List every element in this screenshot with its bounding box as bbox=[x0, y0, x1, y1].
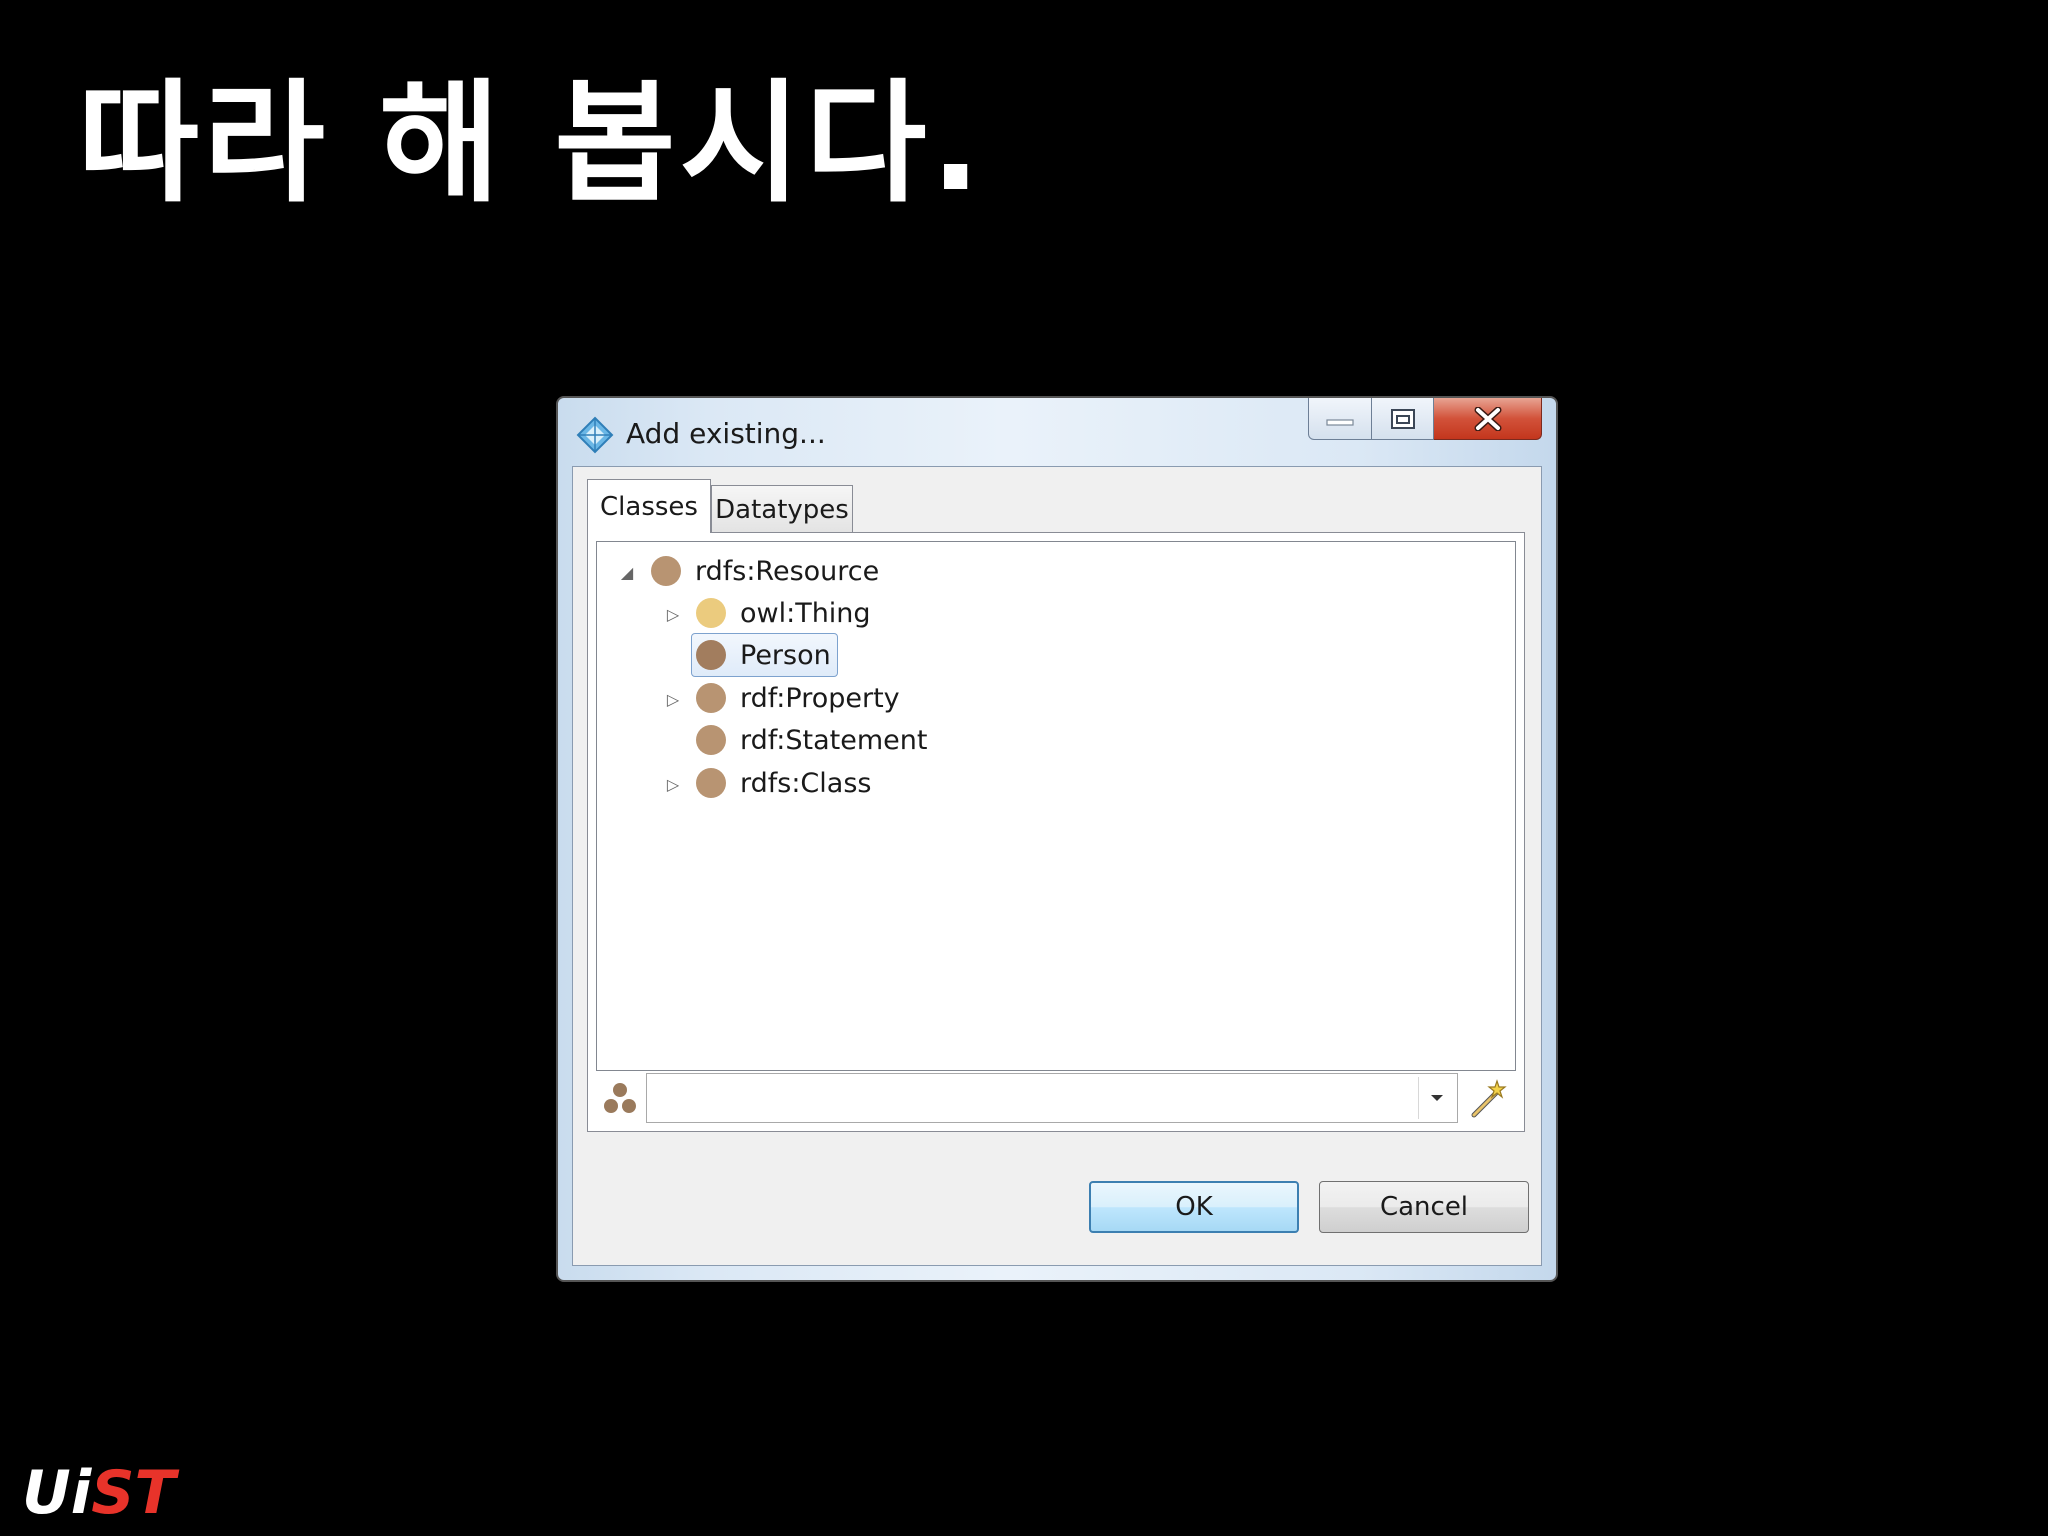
tree-item-owl-thing[interactable]: owl:Thing bbox=[696, 592, 871, 634]
tree-item-label: Person bbox=[740, 639, 831, 671]
class-cluster-icon bbox=[604, 1083, 636, 1113]
search-input[interactable] bbox=[647, 1074, 1417, 1120]
window-title: Add existing... bbox=[626, 417, 826, 450]
chevron-down-icon bbox=[1431, 1095, 1443, 1101]
class-dot-icon bbox=[651, 556, 681, 586]
title-bar[interactable]: Add existing... bbox=[558, 398, 1556, 464]
slide-title: 따라 해 봅시다. bbox=[78, 67, 985, 221]
add-existing-dialog: Add existing... Classes Datatypes ◢ rdfs… bbox=[556, 396, 1558, 1282]
tree-item-label: rdf:Property bbox=[740, 682, 900, 714]
tree-item-label: rdfs:Resource bbox=[695, 555, 880, 587]
university-logo: Ui ST bbox=[22, 1458, 176, 1528]
class-dot-icon bbox=[696, 768, 726, 798]
tab-classes[interactable]: Classes bbox=[587, 479, 711, 533]
cancel-button[interactable]: Cancel bbox=[1319, 1181, 1529, 1233]
ok-button[interactable]: OK bbox=[1089, 1181, 1299, 1233]
caption-buttons bbox=[1308, 398, 1542, 442]
collapsed-arrow-icon[interactable]: ▷ bbox=[665, 775, 681, 794]
class-dot-icon bbox=[696, 725, 726, 755]
class-search-combobox[interactable] bbox=[646, 1073, 1458, 1123]
class-dot-icon bbox=[696, 598, 726, 628]
search-row bbox=[596, 1073, 1516, 1123]
tree-item-label: rdf:Statement bbox=[740, 724, 928, 756]
logo-text-red: ST bbox=[91, 1458, 176, 1528]
class-dot-icon bbox=[696, 640, 726, 670]
dialog-client-area: Classes Datatypes ◢ rdfs:Resource ▷ owl:… bbox=[572, 466, 1542, 1266]
diamond-app-icon bbox=[576, 416, 614, 454]
tree-item-rdf-statement[interactable]: rdf:Statement bbox=[696, 719, 927, 761]
tree-item-rdf-property[interactable]: rdf:Property bbox=[696, 677, 900, 719]
minimize-icon bbox=[1326, 418, 1354, 426]
tree-item-rdfs-class[interactable]: rdfs:Class bbox=[696, 762, 871, 804]
classes-tab-panel: ◢ rdfs:Resource ▷ owl:Thing Person ▷ rdf… bbox=[587, 532, 1525, 1132]
tree-item-label: owl:Thing bbox=[740, 597, 871, 629]
wand-icon[interactable] bbox=[1466, 1077, 1510, 1121]
minimize-button[interactable] bbox=[1308, 398, 1372, 440]
expanded-arrow-icon[interactable]: ◢ bbox=[619, 563, 635, 582]
tab-datatypes[interactable]: Datatypes bbox=[711, 485, 853, 533]
logo-text-white: Ui bbox=[22, 1458, 92, 1528]
collapsed-arrow-icon[interactable]: ▷ bbox=[665, 690, 681, 709]
class-dot-icon bbox=[696, 683, 726, 713]
tree-item-rdfs-resource[interactable]: rdfs:Resource bbox=[651, 550, 879, 592]
close-button[interactable] bbox=[1434, 398, 1542, 440]
collapsed-arrow-icon[interactable]: ▷ bbox=[665, 605, 681, 624]
maximize-button[interactable] bbox=[1372, 398, 1434, 440]
maximize-icon bbox=[1390, 408, 1415, 429]
class-tree[interactable]: ◢ rdfs:Resource ▷ owl:Thing Person ▷ rdf… bbox=[596, 541, 1516, 1071]
combo-dropdown-button[interactable] bbox=[1418, 1077, 1455, 1119]
tree-item-person[interactable]: Person bbox=[691, 633, 838, 677]
close-icon bbox=[1474, 406, 1501, 431]
tree-item-label: rdfs:Class bbox=[740, 767, 872, 799]
